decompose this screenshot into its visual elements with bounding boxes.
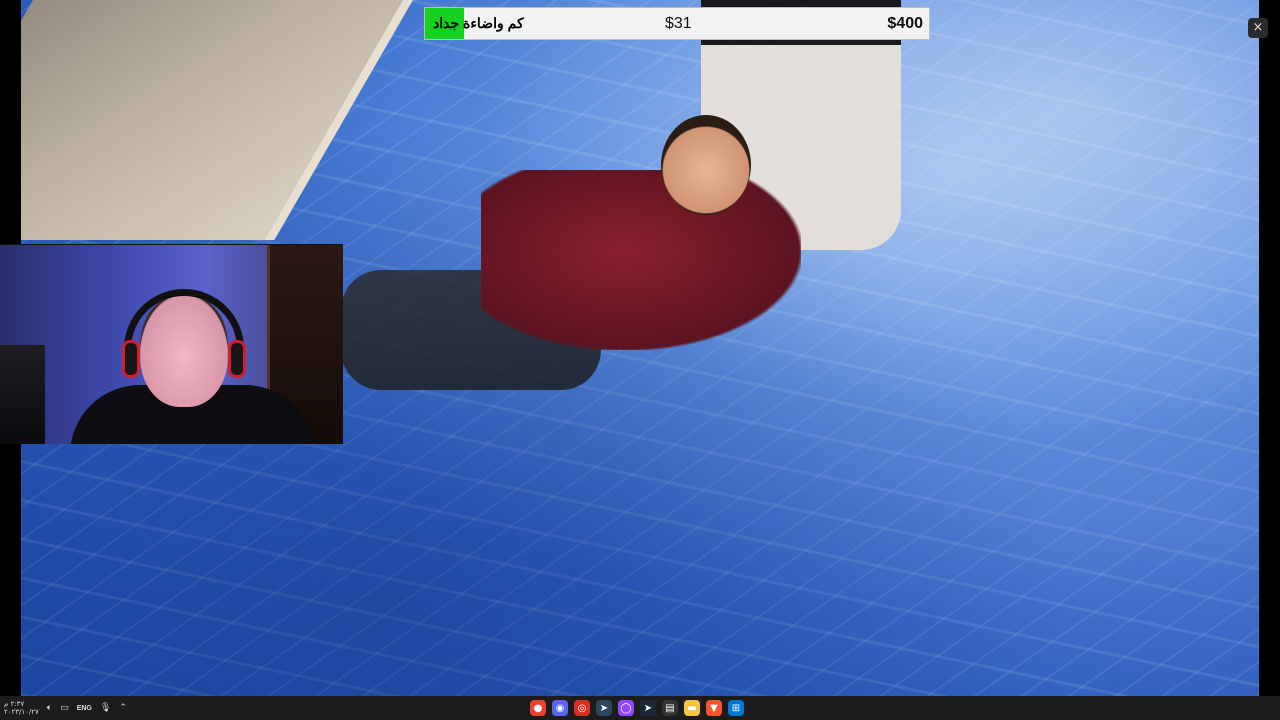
terminal-icon[interactable]: ▤ — [662, 700, 678, 716]
taskbar-apps: ● ◉ ◎ ➤ ◯ ➤ ▤ ▬ ▼ ⊞ — [530, 698, 744, 718]
windows-icon[interactable]: ⊞ — [728, 700, 744, 716]
steam-icon[interactable]: ➤ — [596, 700, 612, 716]
headset-left-ear — [122, 340, 140, 378]
headset-icon — [124, 289, 244, 369]
goal-target-amount: $400 — [887, 14, 923, 32]
volume-icon[interactable]: 🔈︎ — [47, 703, 52, 713]
taskbar: ٢:٣٧ م ٢٠٢٣/١٠/٢٧ 🔈︎ ▭ ENG 🎙︎ ⌃ ● ◉ ◎ ➤ ◯ ➤ ▤ ▬… — [0, 696, 1280, 720]
goal-current-amount: $31 — [665, 14, 692, 32]
webcam-shelf — [0, 345, 45, 444]
floating-person — [481, 170, 801, 350]
brave-icon[interactable]: ▼ — [706, 700, 722, 716]
donation-goal-bar: كم واضاءة جداد $31 $400 — [424, 7, 930, 40]
discord-icon[interactable]: ◉ — [552, 700, 568, 716]
chrome-icon[interactable]: ● — [530, 700, 546, 716]
clock-time: ٢:٣٧ م — [4, 700, 25, 708]
steam-alt-icon[interactable]: ➤ — [640, 700, 656, 716]
clock-date: ٢٠٢٣/١٠/٢٧ — [4, 708, 39, 716]
microphone-icon[interactable]: 🎙︎ — [100, 703, 111, 713]
clock[interactable]: ٢:٣٧ م ٢٠٢٣/١٠/٢٧ — [4, 700, 39, 716]
close-icon[interactable]: × — [1248, 18, 1268, 38]
folder-icon[interactable]: ▬ — [684, 700, 700, 716]
system-tray: ٢:٣٧ م ٢٠٢٣/١٠/٢٧ 🔈︎ ▭ ENG 🎙︎ ⌃ — [4, 696, 127, 720]
twitch-icon[interactable]: ◯ — [618, 700, 634, 716]
network-icon[interactable]: ▭ — [60, 703, 69, 713]
goal-title: كم واضاءة جداد — [433, 15, 524, 31]
headset-right-ear — [228, 340, 246, 378]
webcam-overlay — [0, 244, 343, 444]
obs-icon[interactable]: ◎ — [574, 700, 590, 716]
language-indicator[interactable]: ENG — [77, 705, 92, 712]
chevron-up-icon[interactable]: ⌃ — [119, 703, 127, 713]
floating-person-head — [661, 115, 751, 215]
